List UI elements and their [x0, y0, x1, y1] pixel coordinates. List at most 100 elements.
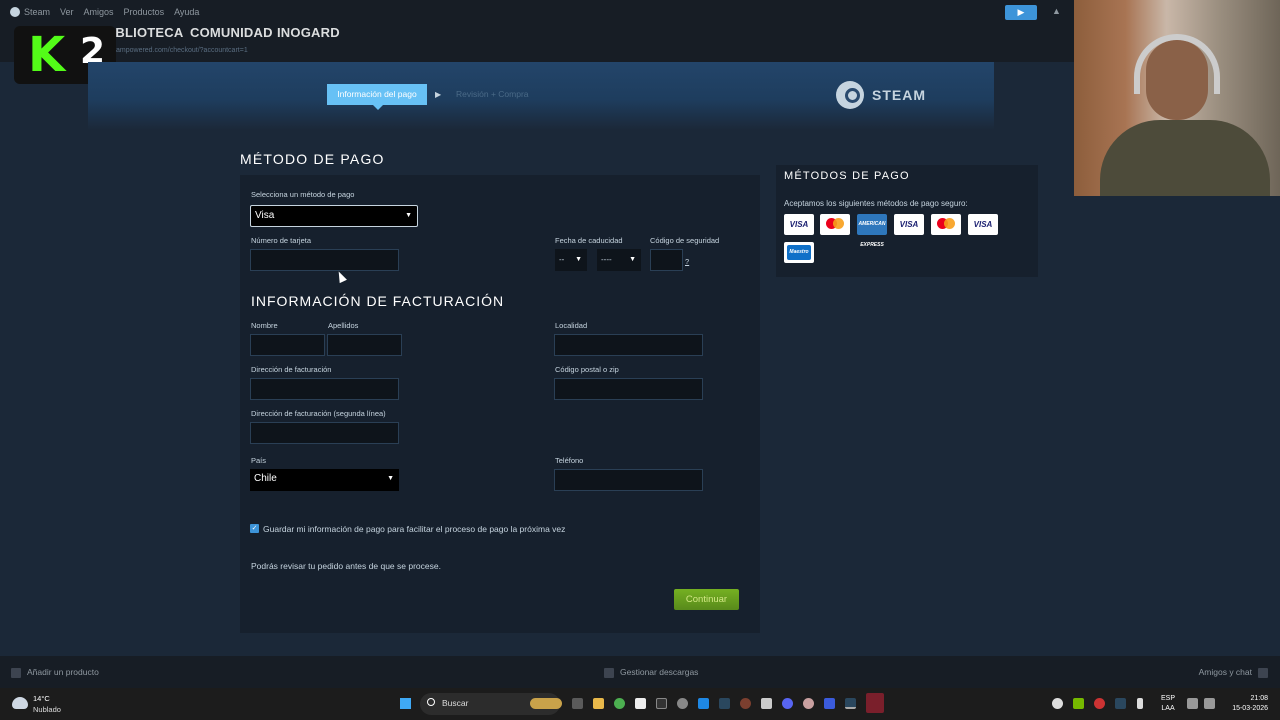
- taskbar-clock[interactable]: 21:08 15-03-2026: [1226, 694, 1268, 714]
- last-name-input[interactable]: [327, 334, 402, 356]
- windows-start-icon[interactable]: [400, 698, 411, 709]
- windows-taskbar: 14°C Nublado Buscar ESP LAA 21:08 15-03-…: [0, 688, 1280, 720]
- payment-method-title: MÉTODO DE PAGO: [240, 151, 385, 167]
- capcut-icon[interactable]: [761, 698, 772, 709]
- phone-input[interactable]: [554, 469, 703, 491]
- weather-condition[interactable]: Nublado: [33, 705, 61, 714]
- weather-temperature[interactable]: 14°C: [33, 694, 50, 703]
- steam-bottom-bar: Añadir un producto Gestionar descargas A…: [0, 656, 1280, 688]
- address2-input[interactable]: [250, 422, 399, 444]
- address-input[interactable]: [250, 378, 399, 400]
- notifications-bell-icon[interactable]: ▲: [1052, 6, 1061, 16]
- save-info-label: Guardar mi información de pago para faci…: [263, 524, 566, 534]
- nav-username[interactable]: INOGARD: [277, 25, 340, 40]
- menu-ver[interactable]: Ver: [60, 7, 74, 17]
- maestro-label: Maestro: [787, 245, 811, 260]
- payment-method-value: Visa: [255, 210, 275, 221]
- step-payment-info: Información del pago: [327, 84, 427, 110]
- megaphone-icon: ▶: [1017, 7, 1025, 17]
- country-value: Chile: [254, 473, 277, 484]
- lang-top: ESP: [1161, 695, 1176, 702]
- menu-amigos[interactable]: Amigos: [84, 7, 114, 17]
- headphones-icon: [1134, 34, 1220, 94]
- settings-gear-icon[interactable]: [677, 698, 688, 709]
- address-label: Dirección de facturación: [251, 365, 332, 374]
- friends-chat-button[interactable]: Amigos y chat: [1199, 667, 1268, 678]
- game-icon[interactable]: [740, 698, 751, 709]
- microphone-icon[interactable]: [1137, 698, 1143, 709]
- search-icon: [427, 698, 435, 706]
- store-icon[interactable]: [635, 698, 646, 709]
- expiry-month-select[interactable]: -- ▼: [555, 249, 587, 271]
- lang-bottom: LAA: [1161, 705, 1175, 712]
- caret-down-icon: ▼: [575, 256, 582, 263]
- facebook-icon[interactable]: [824, 698, 835, 709]
- steam-active-icon[interactable]: [845, 698, 856, 709]
- k2-logo-letter: K: [28, 27, 66, 83]
- taskbar-search-label: Buscar: [442, 698, 469, 708]
- url-bar[interactable]: ampowered.com/checkout/?accountcart=1: [116, 47, 248, 54]
- language-indicator[interactable]: ESP LAA: [1161, 694, 1175, 714]
- menu-productos[interactable]: Productos: [124, 7, 165, 17]
- caret-down-icon: ▼: [387, 475, 394, 482]
- payment-method-select[interactable]: Visa ▼: [250, 205, 418, 227]
- zip-label: Código postal o zip: [555, 365, 619, 374]
- clock-date: 15-03-2026: [1232, 705, 1268, 712]
- city-input[interactable]: [554, 334, 703, 356]
- nvidia-icon[interactable]: [1073, 698, 1084, 709]
- steam-brand-word: STEAM: [872, 87, 926, 103]
- steam-tray-icon[interactable]: [1115, 698, 1126, 709]
- announcements-button[interactable]: ▶: [1005, 5, 1037, 20]
- volume-icon[interactable]: [1204, 698, 1215, 709]
- task-view-icon[interactable]: [572, 698, 583, 709]
- monitor-icon[interactable]: [1187, 698, 1198, 709]
- steam-brand-logo: STEAM: [836, 81, 926, 109]
- save-info-checkbox[interactable]: ✓: [250, 524, 259, 533]
- menu-ayuda[interactable]: Ayuda: [174, 7, 199, 17]
- caret-down-icon: ▼: [405, 212, 412, 219]
- continue-button[interactable]: Continuar: [674, 589, 739, 610]
- first-name-input[interactable]: [250, 334, 325, 356]
- caret-down-icon: ▼: [629, 256, 636, 263]
- plus-icon: [11, 667, 21, 678]
- manage-downloads-button[interactable]: Gestionar descargas: [604, 667, 698, 678]
- downloads-label: Gestionar descargas: [620, 667, 699, 677]
- expiry-year-select[interactable]: ---- ▼: [597, 249, 641, 271]
- app-icon[interactable]: [698, 698, 709, 709]
- tray-icon[interactable]: [1052, 698, 1063, 709]
- steam-menubar: Steam Ver Amigos Productos Ayuda: [0, 0, 1074, 24]
- country-select[interactable]: Chile ▼: [250, 469, 399, 491]
- security-code-input[interactable]: [650, 249, 683, 271]
- discord-icon[interactable]: [782, 698, 793, 709]
- search-highlight-icon[interactable]: [530, 698, 562, 709]
- add-product-button[interactable]: Añadir un producto: [11, 667, 99, 678]
- friends-label: Amigos y chat: [1198, 667, 1252, 677]
- nav-comunidad[interactable]: COMUNIDAD: [190, 25, 273, 40]
- epic-games-icon[interactable]: [656, 698, 667, 709]
- steam-taskbar-icon[interactable]: [719, 698, 730, 709]
- mastercard-icon: [820, 214, 850, 235]
- step-review-purchase: Revisión + Compra: [456, 89, 529, 99]
- review-note: Podrás revisar tu pedido antes de que se…: [251, 561, 441, 571]
- city-label: Localidad: [555, 321, 588, 330]
- app-icon[interactable]: [803, 698, 814, 709]
- chrome-icon[interactable]: [614, 698, 625, 709]
- card-number-input[interactable]: [250, 249, 399, 271]
- security-code-label: Código de seguridad: [650, 236, 720, 245]
- file-explorer-icon[interactable]: [593, 698, 604, 709]
- clock-time: 21:08: [1250, 695, 1268, 702]
- expiry-year-value: ----: [601, 255, 612, 264]
- recording-app-icon[interactable]: [866, 693, 884, 713]
- mastercard-icon: [931, 214, 961, 235]
- card-number-label: Número de tarjeta: [251, 236, 312, 245]
- steam-logo-icon: [836, 81, 864, 109]
- zip-input[interactable]: [554, 378, 703, 400]
- menu-steam[interactable]: Steam: [24, 7, 50, 17]
- expiry-label: Fecha de caducidad: [555, 236, 623, 245]
- cloud-icon[interactable]: [12, 697, 28, 709]
- payment-methods-title: MÉTODOS DE PAGO: [784, 170, 910, 182]
- security-help-link[interactable]: ?: [685, 257, 689, 266]
- tray-icon[interactable]: [1094, 698, 1105, 709]
- download-icon: [604, 667, 614, 678]
- maestro-card-icon: Maestro: [784, 242, 814, 263]
